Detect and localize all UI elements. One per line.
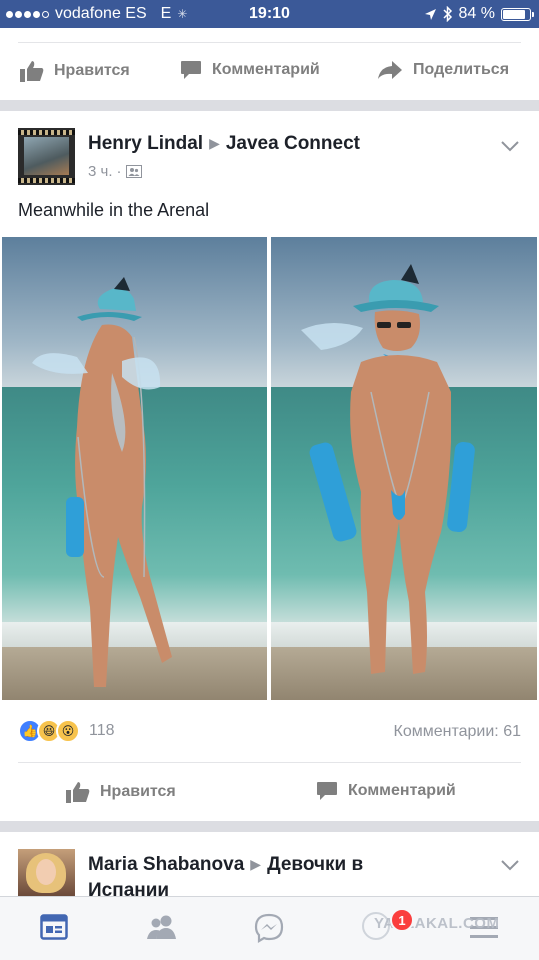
- photo-right: [271, 237, 537, 700]
- divider: [18, 762, 521, 763]
- messenger-icon[interactable]: [254, 913, 284, 943]
- comments-count[interactable]: Комментарии: 61: [394, 723, 521, 741]
- news-feed-icon[interactable]: [40, 913, 68, 941]
- author-avatar[interactable]: [18, 849, 75, 896]
- location-arrow-icon: [424, 8, 436, 20]
- share-label: Поделиться: [413, 61, 510, 78]
- comment-label: Комментарий: [212, 61, 320, 78]
- photo-left: [2, 237, 267, 700]
- wow-reaction-icon: 😮: [56, 719, 80, 743]
- share-button[interactable]: Поделиться: [377, 60, 509, 80]
- post-photo[interactable]: [0, 235, 539, 702]
- share-arrow-icon: [378, 61, 402, 79]
- post-meta: 3 ч. ·: [88, 163, 142, 180]
- chevron-down-icon[interactable]: [501, 141, 519, 152]
- chevron-down-icon[interactable]: [501, 860, 519, 871]
- battery-fill: [503, 9, 525, 19]
- notification-badge[interactable]: 1: [390, 908, 414, 932]
- status-bar: vodafone ES E ✳ 19:10 84 %: [0, 0, 539, 28]
- group-name[interactable]: Javea Connect: [226, 133, 360, 154]
- like-label: Нравится: [54, 62, 130, 79]
- reaction-count: 118: [89, 722, 115, 739]
- person-figure: [32, 277, 172, 687]
- post-text: Meanwhile in the Arenal: [18, 200, 210, 220]
- battery-icon: [501, 7, 534, 21]
- status-right: 84 %: [424, 5, 534, 23]
- comment-label: Комментарий: [348, 782, 456, 799]
- previous-post-action-bar: Нравится Комментарий Поделиться: [0, 28, 539, 100]
- post-time[interactable]: 3 ч.: [88, 163, 113, 180]
- like-button[interactable]: Нравится: [20, 60, 130, 82]
- comment-icon: [181, 61, 201, 79]
- comment-icon: [317, 782, 337, 800]
- comment-button[interactable]: Комментарий: [180, 60, 320, 80]
- post-header: Henry Lindal ▶ Javea Connect: [88, 133, 360, 155]
- comment-button[interactable]: Комментарий: [316, 781, 456, 801]
- like-button[interactable]: Нравится: [66, 781, 176, 803]
- thumbs-up-icon: [20, 61, 44, 82]
- like-label: Нравится: [100, 783, 176, 800]
- reactions-summary[interactable]: 👍 😆 😮 118: [18, 719, 115, 743]
- bluetooth-icon: [443, 6, 452, 22]
- friends-icon[interactable]: [146, 913, 178, 941]
- author-avatar[interactable]: [18, 128, 75, 185]
- person-figure: [301, 264, 475, 674]
- arrow-right-icon: ▶: [209, 135, 220, 151]
- author-name[interactable]: Henry Lindal: [88, 133, 203, 154]
- thumbs-up-icon: [66, 782, 90, 803]
- group-audience-icon: [125, 165, 142, 178]
- divider: [18, 42, 521, 43]
- author-name[interactable]: Maria Shabanova: [88, 854, 244, 875]
- next-feed-post: Maria Shabanova ▶ Девочки в Испании: [0, 832, 539, 901]
- feed-post: Henry Lindal ▶ Javea Connect 3 ч. · Meanwh…: [0, 111, 539, 821]
- arrow-right-icon: ▶: [250, 856, 262, 872]
- battery-percent: 84 %: [458, 5, 495, 22]
